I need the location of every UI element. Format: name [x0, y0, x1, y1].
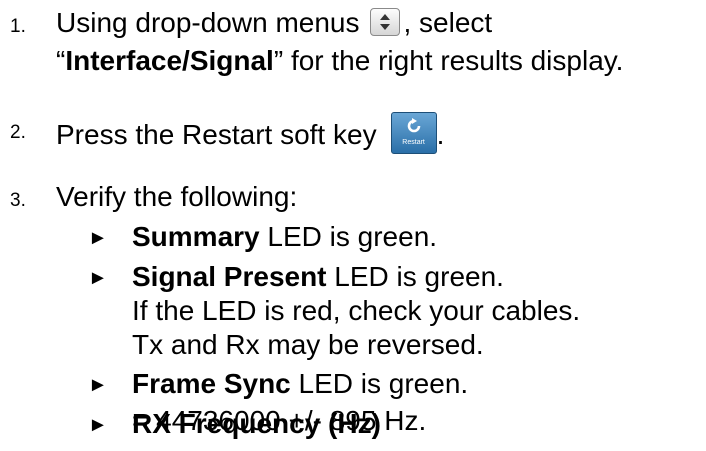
- restart-soft-key-icon: Restart: [390, 112, 437, 154]
- step-number: 1.: [10, 16, 26, 37]
- check-text: Summary LED is green.: [132, 220, 437, 254]
- step-number: 3.: [10, 190, 26, 211]
- bullet-arrow-icon: ►: [88, 267, 108, 289]
- check-text: Frame Sync LED is green.: [132, 367, 468, 401]
- step-number: 2.: [10, 122, 26, 143]
- bullet-arrow-icon: ►: [88, 227, 108, 249]
- step-text-line: Using drop-down menus , select: [56, 6, 492, 40]
- check-label: Frame Sync: [132, 368, 291, 399]
- step-2: 2. Press the Restart soft key Restart.: [0, 112, 706, 156]
- check-label: Summary: [132, 221, 260, 252]
- quote-mark: “: [56, 45, 66, 76]
- check-label: Signal Present: [132, 261, 327, 292]
- signal-note-line: If the LED is red, check your cables.: [132, 295, 581, 326]
- bullet-arrow-icon: ►: [88, 374, 108, 396]
- step-text: Press the Restart soft key: [56, 119, 377, 150]
- restart-label: Restart: [402, 139, 425, 146]
- step-text: , select: [403, 7, 493, 38]
- step-text-line: Verify the following:: [56, 181, 298, 212]
- menu-option-name: Interface/Signal: [65, 45, 274, 76]
- check-text: Signal Present LED is green.: [132, 260, 504, 294]
- bullet-arrow-icon: ►: [88, 414, 108, 436]
- step-1: 1. Using drop-down menus , select “Interf…: [0, 6, 706, 86]
- step-text: ” for the right results display.: [273, 45, 624, 76]
- check-detail: LED is green.: [259, 221, 438, 252]
- frequency-value: = 44736000 +/- 895 Hz.: [132, 405, 427, 436]
- step-text-line: Press the Restart soft key Restart.: [56, 112, 444, 154]
- check-detail: LED is green.: [326, 261, 504, 292]
- step-text: .: [436, 119, 445, 150]
- step-text-line: “Interface/Signal” for the right results…: [56, 44, 623, 78]
- updown-arrows-icon: [369, 8, 400, 36]
- step-text: Using drop-down menus: [56, 7, 360, 38]
- signal-note-line: Tx and Rx may be reversed.: [132, 329, 484, 360]
- check-detail: LED is green.: [290, 368, 469, 399]
